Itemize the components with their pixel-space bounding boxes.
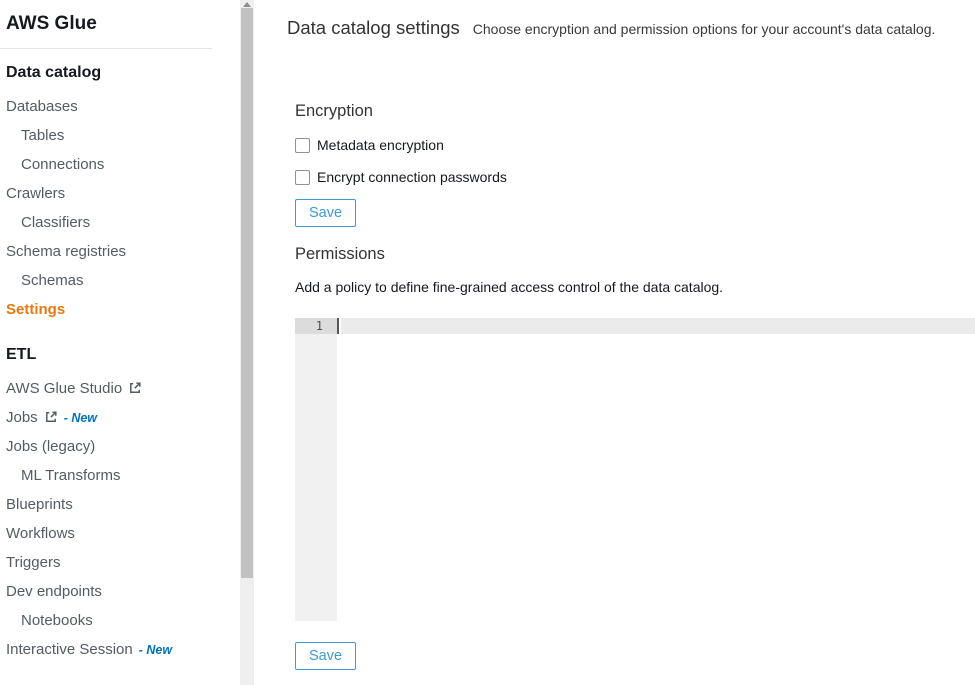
external-link-icon — [44, 405, 58, 434]
sidebar-item-notebooks[interactable]: Notebooks — [6, 606, 230, 635]
sidebar-item-triggers[interactable]: Triggers — [6, 548, 230, 577]
encrypt-passwords-row: Encrypt connection passwords — [295, 169, 975, 185]
permissions-section: Permissions Add a policy to define fine-… — [295, 244, 975, 670]
sidebar-item-interactive-session[interactable]: Interactive Session - New — [6, 635, 230, 664]
sidebar-item-label: Jobs — [6, 409, 38, 426]
sidebar-item-jobs-legacy[interactable]: Jobs (legacy) — [6, 432, 230, 461]
editor-input-area[interactable] — [337, 318, 975, 621]
sidebar-item-tables[interactable]: Tables — [6, 121, 230, 150]
sidebar-item-settings[interactable]: Settings — [6, 295, 230, 324]
encryption-heading: Encryption — [295, 101, 975, 121]
app-window: AWS Glue Data catalog Databases Tables C… — [0, 0, 975, 685]
sidebar-item-label: AWS Glue Studio — [6, 380, 122, 397]
sidebar-divider — [0, 48, 212, 49]
metadata-encryption-checkbox[interactable] — [295, 138, 310, 153]
sidebar-heading-etl: ETL — [6, 344, 230, 366]
sidebar-item-aws-glue-studio[interactable]: AWS Glue Studio — [6, 374, 230, 403]
editor-gutter: 1 — [295, 318, 337, 621]
sidebar-item-workflows[interactable]: Workflows — [6, 519, 230, 548]
editor-caret — [337, 318, 339, 334]
encryption-save-button[interactable]: Save — [295, 199, 356, 227]
sidebar-item-jobs[interactable]: Jobs - New — [6, 403, 230, 432]
sidebar-item-databases[interactable]: Databases — [6, 92, 230, 121]
sidebar-item-dev-endpoints[interactable]: Dev endpoints — [6, 577, 230, 606]
sidebar-item-crawlers[interactable]: Crawlers — [6, 179, 230, 208]
page-description: Choose encryption and permission options… — [473, 21, 936, 37]
encrypt-passwords-checkbox[interactable] — [295, 170, 310, 185]
main-content: Data catalog settings Choose encryption a… — [256, 0, 975, 685]
sidebar-item-schemas[interactable]: Schemas — [6, 266, 230, 295]
sidebar-scrollbar[interactable] — [240, 0, 254, 685]
permissions-heading: Permissions — [295, 244, 975, 264]
sidebar-heading-data-catalog: Data catalog — [6, 62, 230, 84]
encrypt-passwords-label[interactable]: Encrypt connection passwords — [317, 169, 507, 185]
metadata-encryption-row: Metadata encryption — [295, 137, 975, 153]
new-badge: - New — [139, 643, 172, 657]
page-title: Data catalog settings — [287, 17, 460, 38]
scroll-up-arrow-icon[interactable] — [243, 2, 251, 7]
sidebar-nav-data-catalog: Databases Tables Connections Crawlers Cl… — [6, 92, 230, 324]
permissions-description: Add a policy to define fine-grained acce… — [295, 280, 975, 294]
editor-line-number: 1 — [295, 318, 337, 334]
app-title: AWS Glue — [6, 0, 230, 48]
sidebar-item-ml-transforms[interactable]: ML Transforms — [6, 461, 230, 490]
external-link-icon — [128, 376, 142, 405]
sidebar-nav-etl: AWS Glue Studio Jobs- New Jobs (legacy) … — [6, 374, 230, 664]
metadata-encryption-label[interactable]: Metadata encryption — [317, 137, 444, 153]
new-badge: - New — [64, 411, 97, 425]
sidebar-item-connections[interactable]: Connections — [6, 150, 230, 179]
sidebar: AWS Glue Data catalog Databases Tables C… — [0, 0, 256, 685]
sidebar-item-classifiers[interactable]: Classifiers — [6, 208, 230, 237]
editor-active-line — [341, 318, 975, 334]
page-header: Data catalog settings Choose encryption a… — [287, 16, 975, 42]
permissions-save-button[interactable]: Save — [295, 642, 356, 670]
policy-code-editor: 1 — [295, 318, 975, 621]
encryption-section: Encryption Metadata encryption Encrypt c… — [295, 101, 975, 227]
sidebar-item-blueprints[interactable]: Blueprints — [6, 490, 230, 519]
sidebar-item-label: Interactive Session — [6, 641, 133, 658]
sidebar-item-schema-registries[interactable]: Schema registries — [6, 237, 230, 266]
scrollbar-thumb[interactable] — [241, 8, 253, 578]
